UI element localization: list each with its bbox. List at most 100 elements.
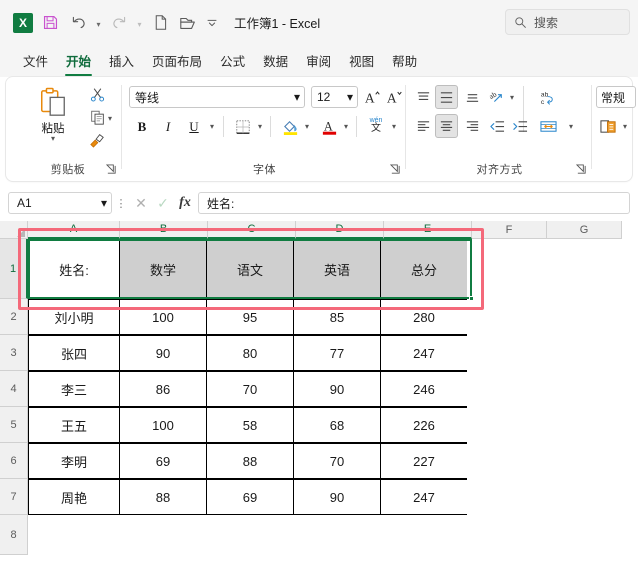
formula-input[interactable]: 姓名: <box>198 192 630 214</box>
cell-E7[interactable]: 247 <box>380 479 468 515</box>
cell-F1[interactable] <box>467 239 542 299</box>
cell-B6[interactable]: 69 <box>119 443 207 479</box>
cell-E8[interactable] <box>384 515 472 555</box>
tab-page-layout[interactable]: 页面布局 <box>143 47 211 75</box>
save-icon[interactable] <box>36 9 64 37</box>
search-input[interactable]: 搜索 <box>505 9 630 35</box>
cell-F7[interactable] <box>467 479 542 515</box>
row-header-6[interactable]: 6 <box>0 443 28 479</box>
cell-A7[interactable]: 周艳 <box>28 479 120 515</box>
format-painter-button[interactable] <box>84 129 110 151</box>
align-bottom-button[interactable] <box>460 86 484 109</box>
row-header-8[interactable]: 8 <box>0 515 28 555</box>
decrease-indent-button[interactable] <box>485 115 509 138</box>
row-header-5[interactable]: 5 <box>0 407 28 443</box>
decrease-font-size-button[interactable]: A <box>385 86 405 108</box>
font-size-chevron-down-icon[interactable]: ▾ <box>347 90 353 104</box>
increase-font-size-button[interactable]: A <box>363 86 383 108</box>
column-header-f[interactable]: F <box>472 221 547 239</box>
insert-function-icon[interactable]: fx <box>174 192 196 214</box>
cell-B7[interactable]: 88 <box>119 479 207 515</box>
bold-button[interactable]: B <box>130 115 154 138</box>
cell-G6[interactable] <box>542 443 617 479</box>
cell-D6[interactable]: 70 <box>293 443 381 479</box>
column-header-c[interactable]: C <box>208 221 296 239</box>
cell-C1[interactable]: 语文 <box>206 239 294 299</box>
copy-chevron-down-icon[interactable]: ▾ <box>104 108 116 128</box>
cell-G5[interactable] <box>542 407 617 443</box>
cancel-icon[interactable]: ✕ <box>130 192 152 214</box>
underline-chevron-down-icon[interactable]: ▾ <box>206 116 218 136</box>
align-left-button[interactable] <box>411 115 435 138</box>
number-format-combobox[interactable]: 常规 <box>596 86 636 108</box>
cell-E2[interactable]: 280 <box>380 299 468 335</box>
cell-B4[interactable]: 86 <box>119 371 207 407</box>
select-all-button[interactable] <box>0 221 28 239</box>
cell-C2[interactable]: 95 <box>206 299 294 335</box>
cell-F6[interactable] <box>467 443 542 479</box>
cell-D8[interactable] <box>296 515 384 555</box>
italic-button[interactable]: I <box>156 115 180 138</box>
cell-F2[interactable] <box>467 299 542 335</box>
cell-E4[interactable]: 246 <box>380 371 468 407</box>
font-color-chevron-down-icon[interactable]: ▾ <box>340 116 352 136</box>
redo-dropdown-chevron-down-icon[interactable]: ▾ <box>133 9 146 37</box>
cell-D4[interactable]: 90 <box>293 371 381 407</box>
cell-D2[interactable]: 85 <box>293 299 381 335</box>
row-header-3[interactable]: 3 <box>0 335 28 371</box>
column-header-g[interactable]: G <box>547 221 622 239</box>
cell-D7[interactable]: 90 <box>293 479 381 515</box>
redo-icon[interactable] <box>105 9 133 37</box>
name-box[interactable]: A1 ▾ <box>8 192 112 214</box>
row-header-4[interactable]: 4 <box>0 371 28 407</box>
borders-chevron-down-icon[interactable]: ▾ <box>254 116 266 136</box>
cell-C4[interactable]: 70 <box>206 371 294 407</box>
cell-D3[interactable]: 77 <box>293 335 381 371</box>
tab-home[interactable]: 开始 <box>57 47 100 76</box>
cell-A4[interactable]: 李三 <box>28 371 120 407</box>
tab-view[interactable]: 视图 <box>340 47 383 75</box>
cell-A6[interactable]: 李明 <box>28 443 120 479</box>
cell-B1[interactable]: 数学 <box>119 239 207 299</box>
cut-button[interactable] <box>84 83 110 105</box>
cell-D5[interactable]: 68 <box>293 407 381 443</box>
font-color-button[interactable]: A <box>317 115 341 138</box>
tab-help[interactable]: 帮助 <box>383 47 426 75</box>
paste-chevron-down-icon[interactable]: ▾ <box>51 135 55 143</box>
font-name-chevron-down-icon[interactable]: ▾ <box>294 90 300 104</box>
borders-button[interactable] <box>231 115 255 138</box>
font-size-combobox[interactable]: 12 ▾ <box>311 86 358 108</box>
name-box-chevron-down-icon[interactable]: ▾ <box>101 196 107 210</box>
cell-C5[interactable]: 58 <box>206 407 294 443</box>
undo-dropdown-chevron-down-icon[interactable]: ▾ <box>92 9 105 37</box>
row-header-1[interactable]: 1 <box>0 239 28 299</box>
column-header-b[interactable]: B <box>120 221 208 239</box>
font-name-combobox[interactable]: 等线 ▾ <box>129 86 305 108</box>
align-top-button[interactable] <box>411 86 435 109</box>
row-header-7[interactable]: 7 <box>0 479 28 515</box>
phonetic-guide-button[interactable]: wén 文 <box>364 113 388 136</box>
increase-indent-button[interactable] <box>508 115 532 138</box>
cell-G8[interactable] <box>547 515 622 555</box>
column-header-d[interactable]: D <box>296 221 384 239</box>
cell-B8[interactable] <box>120 515 208 555</box>
align-right-button[interactable] <box>460 115 484 138</box>
cell-E3[interactable]: 247 <box>380 335 468 371</box>
cell-A3[interactable]: 张四 <box>28 335 120 371</box>
customize-quick-access-chevron-down-icon[interactable] <box>202 9 222 37</box>
accounting-format-button[interactable] <box>596 115 620 138</box>
cell-A2[interactable]: 刘小明 <box>28 299 120 335</box>
merge-chevron-down-icon[interactable]: ▾ <box>565 116 577 136</box>
tab-data[interactable]: 数据 <box>254 47 297 75</box>
cell-E1[interactable]: 总分 <box>380 239 468 299</box>
cell-G3[interactable] <box>542 335 617 371</box>
cell-C6[interactable]: 88 <box>206 443 294 479</box>
cell-F5[interactable] <box>467 407 542 443</box>
accounting-format-chevron-down-icon[interactable]: ▾ <box>619 116 631 136</box>
cell-F8[interactable] <box>472 515 547 555</box>
cell-A1[interactable]: 姓名: <box>28 239 120 299</box>
cell-B2[interactable]: 100 <box>119 299 207 335</box>
fill-color-button[interactable] <box>278 115 302 138</box>
cell-G1[interactable] <box>542 239 617 299</box>
cell-C3[interactable]: 80 <box>206 335 294 371</box>
